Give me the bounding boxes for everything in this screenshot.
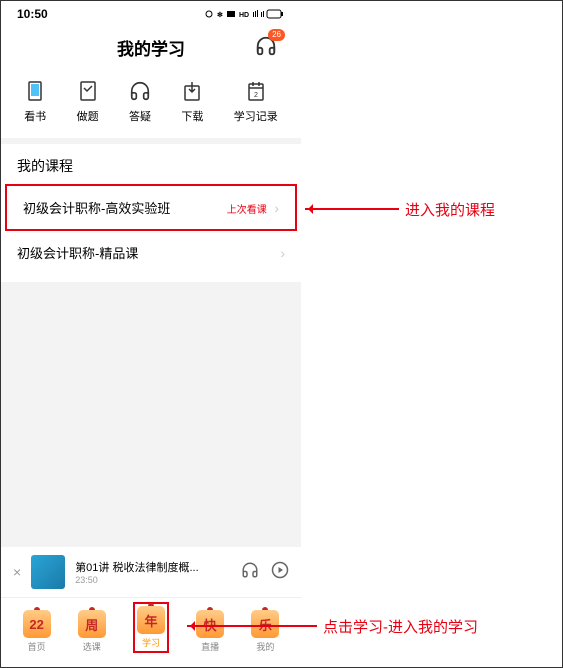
course-item-highlighted[interactable]: 初级会计职称-高效实验班 上次看课 › — [5, 184, 297, 231]
chevron-right-icon: › — [280, 245, 285, 261]
annotation-study: 点击学习-进入我的学习 — [323, 616, 478, 637]
notification-badge: 26 — [268, 29, 285, 41]
nav-label: 选课 — [83, 640, 101, 653]
download-icon — [181, 80, 203, 102]
player-time: 23:50 — [75, 575, 231, 585]
nav-icon-mine: 乐 — [251, 610, 279, 638]
nav-mine[interactable]: 乐 我的 — [251, 610, 279, 653]
nav-icon-courses: 周 — [78, 610, 106, 638]
book-icon — [24, 80, 46, 102]
toolbar-history[interactable]: 2 学习记录 — [234, 80, 278, 124]
course-label: 初级会计职称-精品课 — [17, 243, 138, 262]
toolbar-label: 看书 — [24, 108, 46, 124]
nav-live[interactable]: 快 直播 — [196, 610, 224, 653]
nav-icon-live: 快 — [196, 610, 224, 638]
course-label: 初级会计职称-高效实验班 — [23, 198, 170, 217]
play-icon[interactable] — [271, 561, 289, 584]
player-title: 第01讲 税收法律制度概... — [75, 559, 231, 575]
header: 我的学习 26 — [1, 23, 301, 68]
customer-service-button[interactable]: 26 — [255, 35, 277, 62]
toolbar-download[interactable]: 下载 — [181, 80, 203, 124]
annotation-arrow — [305, 208, 399, 210]
annotation-arrow — [187, 625, 317, 627]
nav-courses[interactable]: 周 选课 — [78, 610, 106, 653]
course-tag: 上次看课 — [227, 205, 267, 216]
toolbar-label: 下载 — [181, 108, 203, 124]
section-title: 我的课程 — [1, 144, 301, 184]
status-bar: 10:50 ✻ HD — [1, 1, 301, 23]
course-item[interactable]: 初级会计职称-精品课 › — [1, 231, 301, 274]
toolbar-label: 答疑 — [129, 108, 151, 124]
status-time: 10:50 — [17, 7, 48, 21]
document-icon — [77, 80, 99, 102]
toolbar-qa[interactable]: 答疑 — [129, 80, 151, 124]
nav-label: 我的 — [256, 640, 274, 653]
status-indicators: ✻ HD — [205, 9, 285, 19]
nav-study[interactable]: 年 学习 — [133, 602, 169, 653]
calendar-icon: 2 — [245, 80, 267, 102]
toolbar: 看书 做题 答疑 下载 2 学习记录 — [1, 68, 301, 144]
nav-label: 首页 — [28, 640, 46, 653]
bottom-nav: 22 首页 周 选课 年 学习 快 直播 乐 我的 — [1, 597, 301, 659]
content-area — [1, 282, 301, 547]
player-bar: × 第01讲 税收法律制度概... 23:50 — [1, 547, 301, 597]
player-thumbnail[interactable] — [31, 555, 65, 589]
headphone-icon — [129, 80, 151, 102]
nav-home[interactable]: 22 首页 — [23, 610, 51, 653]
header-title: 我的学习 — [117, 35, 185, 60]
headphone-icon[interactable] — [241, 561, 259, 584]
nav-label: 直播 — [201, 640, 219, 653]
player-info[interactable]: 第01讲 税收法律制度概... 23:50 — [75, 559, 231, 585]
phone-frame: 10:50 ✻ HD 我的学习 26 看书 做题 答疑 下载 2 学习 — [1, 1, 301, 661]
nav-icon-study: 年 — [137, 606, 165, 634]
toolbar-label: 做题 — [77, 108, 99, 124]
nav-icon-home: 22 — [23, 610, 51, 638]
chevron-right-icon: › — [274, 200, 279, 216]
toolbar-exercise[interactable]: 做题 — [77, 80, 99, 124]
annotation-courses: 进入我的课程 — [405, 199, 495, 220]
toolbar-read[interactable]: 看书 — [24, 80, 46, 124]
svg-text:HD: HD — [239, 12, 249, 19]
svg-text:✻: ✻ — [217, 11, 223, 19]
svg-text:2: 2 — [254, 92, 258, 99]
player-close-button[interactable]: × — [13, 564, 21, 580]
toolbar-label: 学习记录 — [234, 108, 278, 124]
nav-label: 学习 — [142, 636, 160, 649]
